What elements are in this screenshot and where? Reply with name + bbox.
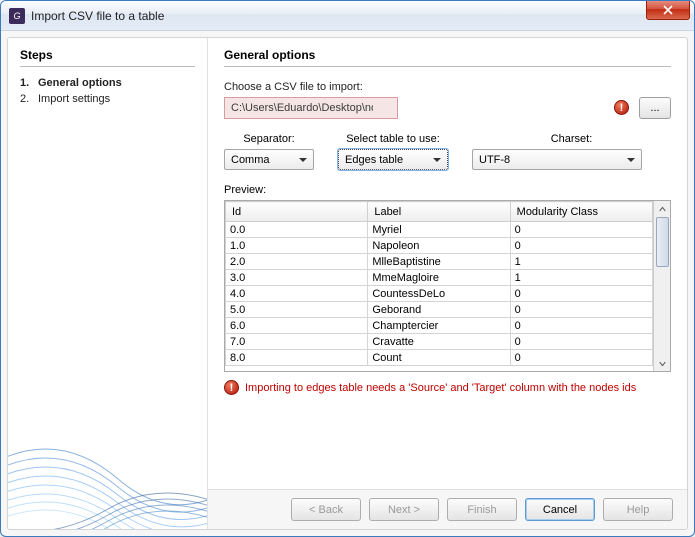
help-button[interactable]: Help	[603, 498, 673, 521]
close-button[interactable]	[646, 1, 690, 20]
scroll-track[interactable]	[655, 217, 670, 355]
step-num: 1.	[20, 77, 38, 89]
table-cell: CountessDeLo	[368, 286, 510, 302]
table-cell: 7.0	[226, 334, 368, 350]
table-cell: 3.0	[226, 270, 368, 286]
scroll-thumb[interactable]	[656, 217, 669, 267]
step-num: 2.	[20, 93, 38, 105]
sidebar-decoration	[8, 359, 208, 529]
table-cell: MmeMagloire	[368, 270, 510, 286]
table-row[interactable]: 5.0Geborand0	[226, 302, 653, 318]
table-row[interactable]: 1.0Napoleon0	[226, 238, 653, 254]
table-row[interactable]: 8.0Count0	[226, 350, 653, 366]
table-cell: 0	[510, 238, 652, 254]
close-icon	[663, 5, 673, 15]
table-cell: 1	[510, 270, 652, 286]
error-icon: !	[614, 100, 629, 115]
titlebar[interactable]: G Import CSV file to a table	[1, 1, 694, 31]
warning-row: ! Importing to edges table needs a 'Sour…	[224, 380, 671, 395]
step-item: 1.General options	[20, 75, 195, 91]
steps-heading: Steps	[20, 48, 195, 67]
table-cell: 5.0	[226, 302, 368, 318]
step-label: General options	[38, 77, 122, 89]
preview-label: Preview:	[224, 184, 671, 196]
table-row[interactable]: 4.0CountessDeLo0	[226, 286, 653, 302]
preview-table: IdLabelModularity Class 0.0Myriel01.0Nap…	[225, 201, 653, 366]
warning-icon: !	[224, 380, 239, 395]
table-row[interactable]: 0.0Myriel0	[226, 222, 653, 238]
back-button[interactable]: < Back	[291, 498, 361, 521]
scroll-up-button[interactable]	[655, 201, 670, 217]
table-cell: 0	[510, 318, 652, 334]
separator-label: Separator:	[224, 133, 314, 145]
table-cell: Champtercier	[368, 318, 510, 334]
step-label: Import settings	[38, 93, 110, 105]
app-icon: G	[9, 8, 25, 24]
window-title: Import CSV file to a table	[31, 9, 164, 23]
dialog-window: G Import CSV file to a table	[0, 0, 695, 537]
table-cell: 0	[510, 350, 652, 366]
button-bar: < Back Next > Finish Cancel Help	[208, 489, 687, 529]
panel-heading: General options	[224, 48, 671, 67]
table-cell: 0.0	[226, 222, 368, 238]
table-cell: 4.0	[226, 286, 368, 302]
next-button[interactable]: Next >	[369, 498, 439, 521]
table-cell: 1.0	[226, 238, 368, 254]
table-cell: 0	[510, 286, 652, 302]
table-cell: Cravatte	[368, 334, 510, 350]
file-path-input[interactable]	[224, 97, 398, 119]
table-cell: Myriel	[368, 222, 510, 238]
table-row[interactable]: 3.0MmeMagloire1	[226, 270, 653, 286]
step-item: 2.Import settings	[20, 91, 195, 107]
preview-table-wrap: IdLabelModularity Class 0.0Myriel01.0Nap…	[224, 200, 671, 372]
column-header[interactable]: Id	[226, 202, 368, 222]
table-cell: Count	[368, 350, 510, 366]
table-cell: Napoleon	[368, 238, 510, 254]
table-cell: 0	[510, 334, 652, 350]
charset-combo[interactable]: UTF-8	[472, 149, 642, 170]
separator-combo[interactable]: Comma	[224, 149, 314, 170]
table-cell: MlleBaptistine	[368, 254, 510, 270]
cancel-button[interactable]: Cancel	[525, 498, 595, 521]
table-cell: 2.0	[226, 254, 368, 270]
choose-file-label: Choose a CSV file to import:	[224, 81, 671, 93]
table-cell: Geborand	[368, 302, 510, 318]
warning-text: Importing to edges table needs a 'Source…	[245, 382, 636, 394]
column-header[interactable]: Modularity Class	[510, 202, 652, 222]
table-cell: 1	[510, 254, 652, 270]
finish-button[interactable]: Finish	[447, 498, 517, 521]
scrollbar[interactable]	[653, 201, 670, 371]
browse-button[interactable]: ...	[639, 97, 671, 119]
charset-label: Charset:	[472, 133, 671, 145]
table-cell: 0	[510, 302, 652, 318]
dialog-body: Steps 1.General options2.Import settings…	[7, 37, 688, 530]
file-input-wrap: !	[224, 97, 633, 119]
table-row[interactable]: 2.0MlleBaptistine1	[226, 254, 653, 270]
scroll-down-button[interactable]	[655, 355, 670, 371]
column-header[interactable]: Label	[368, 202, 510, 222]
steps-sidebar: Steps 1.General options2.Import settings	[8, 38, 208, 529]
table-combo[interactable]: Edges table	[338, 149, 448, 170]
table-row[interactable]: 7.0Cravatte0	[226, 334, 653, 350]
table-row[interactable]: 6.0Champtercier0	[226, 318, 653, 334]
table-select-label: Select table to use:	[338, 133, 448, 145]
table-cell: 6.0	[226, 318, 368, 334]
table-cell: 8.0	[226, 350, 368, 366]
table-cell: 0	[510, 222, 652, 238]
main-panel: General options Choose a CSV file to imp…	[208, 38, 687, 529]
